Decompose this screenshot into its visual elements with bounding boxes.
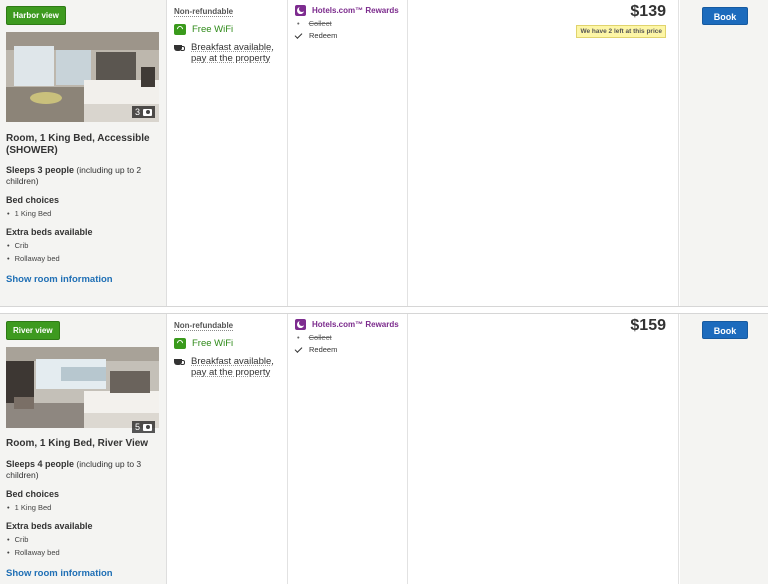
wifi-icon: [174, 338, 186, 349]
breakfast-amenity: Breakfast available, pay at the property: [174, 356, 281, 378]
extra-bed-item: Rollaway bed: [7, 254, 60, 263]
sleeps-info: Sleeps 4 people (including up to 3 child…: [6, 459, 156, 481]
room-card: River view 5 Room, 1 King Bed, River Vie…: [0, 314, 768, 584]
rewards-collect: Collect: [297, 19, 332, 28]
room-card: Harbor view 3 Room, 1 King Bed, Accessib…: [0, 0, 768, 306]
rewards-collect: Collect: [297, 333, 332, 342]
view-badge: River view: [6, 321, 60, 340]
wifi-label: Free WiFi: [192, 24, 234, 35]
room-price: $159: [630, 317, 666, 334]
sleeps-count: Sleeps 3 people: [6, 165, 75, 175]
wifi-amenity: Free WiFi: [174, 338, 233, 349]
wifi-amenity: Free WiFi: [174, 24, 233, 35]
book-column: Book: [680, 314, 768, 584]
room-photo-image: [6, 347, 159, 428]
breakfast-label[interactable]: Breakfast available, pay at the property: [191, 42, 281, 64]
book-button[interactable]: Book: [702, 321, 748, 339]
photo-count-badge: 5: [131, 421, 155, 433]
camera-icon: [143, 423, 152, 431]
checkmark-icon: [294, 344, 303, 353]
rewards-title: Hotels.com™ Rewards: [312, 320, 399, 329]
show-room-info-link[interactable]: Show room information: [6, 274, 113, 285]
wifi-icon: [174, 24, 186, 35]
rewards-redeem: Redeem: [309, 345, 338, 354]
rewards-redeem-row: Redeem: [294, 30, 338, 40]
price-column: $139 We have 2 left at this price: [409, 0, 679, 306]
sleeps-count: Sleeps 4 people: [6, 459, 75, 469]
refund-policy[interactable]: Non-refundable: [174, 7, 234, 17]
extra-bed-item: Crib: [7, 535, 29, 544]
room-price: $139: [630, 3, 666, 20]
coffee-cup-icon: [174, 359, 185, 367]
wifi-label: Free WiFi: [192, 338, 234, 349]
rewards-logo-icon: [295, 5, 306, 16]
policy-column: Non-refundable Free WiFi Breakfast avail…: [168, 314, 288, 584]
breakfast-label[interactable]: Breakfast available, pay at the property: [191, 356, 281, 378]
room-title: Room, 1 King Bed, Accessible (SHOWER): [6, 133, 150, 156]
bed-choices-label: Bed choices: [6, 489, 60, 499]
rewards-column: Hotels.com™ Rewards Collect Redeem: [289, 314, 408, 584]
bed-choice-item: 1 King Bed: [7, 503, 52, 512]
refund-policy[interactable]: Non-refundable: [174, 321, 234, 331]
photo-count-badge: 3: [131, 106, 155, 118]
rewards-redeem-row: Redeem: [294, 344, 338, 354]
extra-beds-label: Extra beds available: [6, 521, 93, 531]
book-column: Book: [680, 0, 768, 306]
room-photo[interactable]: 5: [6, 347, 159, 437]
photo-count: 5: [134, 422, 140, 432]
rewards-redeem: Redeem: [309, 31, 338, 40]
rewards-header: Hotels.com™ Rewards: [295, 319, 399, 330]
show-room-info-link[interactable]: Show room information: [6, 568, 113, 579]
room-info-column: River view 5 Room, 1 King Bed, River Vie…: [0, 314, 167, 584]
availability-badge: We have 2 left at this price: [576, 25, 666, 38]
rewards-title: Hotels.com™ Rewards: [312, 6, 399, 15]
book-button[interactable]: Book: [702, 7, 748, 25]
rewards-column: Hotels.com™ Rewards Collect Redeem: [289, 0, 408, 306]
view-badge: Harbor view: [6, 6, 66, 25]
breakfast-amenity: Breakfast available, pay at the property: [174, 42, 281, 64]
room-info-column: Harbor view 3 Room, 1 King Bed, Accessib…: [0, 0, 167, 306]
extra-beds-label: Extra beds available: [6, 227, 93, 237]
bed-choice-item: 1 King Bed: [7, 209, 52, 218]
camera-icon: [143, 108, 152, 116]
policy-column: Non-refundable Free WiFi Breakfast avail…: [168, 0, 288, 306]
extra-bed-item: Crib: [7, 241, 29, 250]
extra-bed-item: Rollaway bed: [7, 548, 60, 557]
bed-choices-label: Bed choices: [6, 195, 60, 205]
room-title: Room, 1 King Bed, River View: [6, 438, 149, 449]
photo-count: 3: [134, 107, 140, 117]
coffee-cup-icon: [174, 45, 185, 53]
card-divider: [0, 306, 768, 314]
rewards-logo-icon: [295, 319, 306, 330]
checkmark-icon: [294, 30, 303, 39]
sleeps-info: Sleeps 3 people (including up to 2 child…: [6, 165, 156, 187]
room-photo[interactable]: 3: [6, 32, 159, 122]
rewards-header: Hotels.com™ Rewards: [295, 5, 399, 16]
price-column: $159: [409, 314, 679, 584]
